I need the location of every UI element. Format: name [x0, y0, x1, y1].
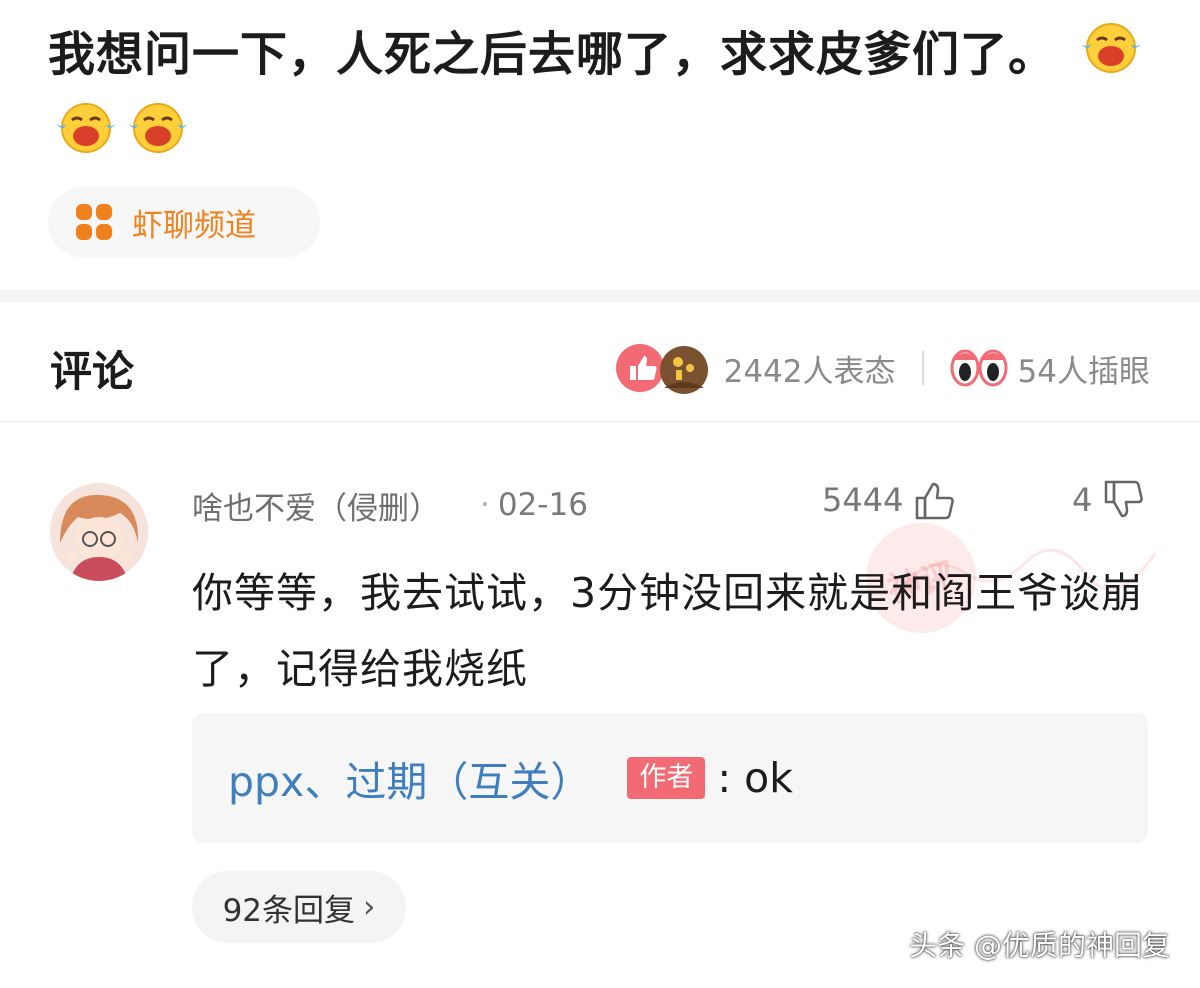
comments-header: 评论 2442人表态 54人插眼: [0, 302, 1200, 422]
thumbs-up-icon: [916, 482, 955, 520]
view-replies-button[interactable]: 92条回复 ›: [192, 871, 406, 943]
dislike-button[interactable]: 4: [1072, 478, 1146, 522]
like-button[interactable]: 5444: [822, 478, 957, 522]
comment-item: 啥也不爱（侵删） · 02-16 5444 4 神评 你等等，我去试试，3分钟没…: [0, 423, 1200, 988]
reply-preview[interactable]: ppx、过期（互关） 作者 : ok: [192, 713, 1148, 843]
chevron-right-icon: ›: [363, 889, 376, 925]
thumbs-up-reaction-icon: [615, 344, 708, 394]
crying-face-emoji: [1077, 18, 1145, 98]
comment-body: 你等等，我去试试，3分钟没回来就是和阎王爷谈崩了，记得给我烧纸: [192, 569, 1144, 693]
eyes-icon[interactable]: [950, 348, 1008, 388]
replies-count: 92条回复: [222, 892, 356, 929]
crying-face-emoji: [124, 98, 192, 178]
like-count: 5444: [822, 481, 904, 519]
author-badge: 作者: [627, 757, 706, 799]
source-watermark: 头条 @优质的神回复: [909, 929, 1170, 962]
stats-separator: [921, 351, 924, 385]
dislike-count: 4: [1072, 481, 1093, 519]
avatar[interactable]: [50, 483, 148, 581]
comment-meta: 啥也不爱（侵删） · 02-16: [192, 483, 588, 527]
comment-username[interactable]: 啥也不爱（侵删）: [192, 483, 440, 528]
four-dots-icon: [76, 204, 112, 240]
post-header: 我想问一下，人死之后去哪了，求求皮爹们了。 虾聊频道: [0, 0, 1200, 290]
reply-username[interactable]: ppx、过期（互关）: [228, 748, 591, 808]
reactions-icons[interactable]: [614, 340, 714, 396]
comment-stats: 2442人表态 54人插眼: [614, 340, 1150, 396]
thumbs-down-icon: [1105, 480, 1144, 518]
reactions-count: 2442人表态: [723, 353, 896, 390]
views-count: 54人插眼: [1017, 353, 1150, 390]
channel-chip[interactable]: 虾聊频道: [48, 186, 320, 258]
comment-date: 02-16: [497, 487, 588, 523]
comments-title: 评论: [50, 347, 135, 396]
post-title-text: 我想问一下，人死之后去哪了，求求皮爹们了。: [48, 27, 1056, 83]
crying-face-emoji: [52, 98, 120, 178]
reply-text: : ok: [717, 754, 794, 802]
post-title: 我想问一下，人死之后去哪了，求求皮爹们了。: [48, 18, 1158, 178]
meta-dot: ·: [480, 487, 490, 523]
section-divider: [0, 290, 1200, 302]
channel-label: 虾聊频道: [132, 207, 256, 244]
